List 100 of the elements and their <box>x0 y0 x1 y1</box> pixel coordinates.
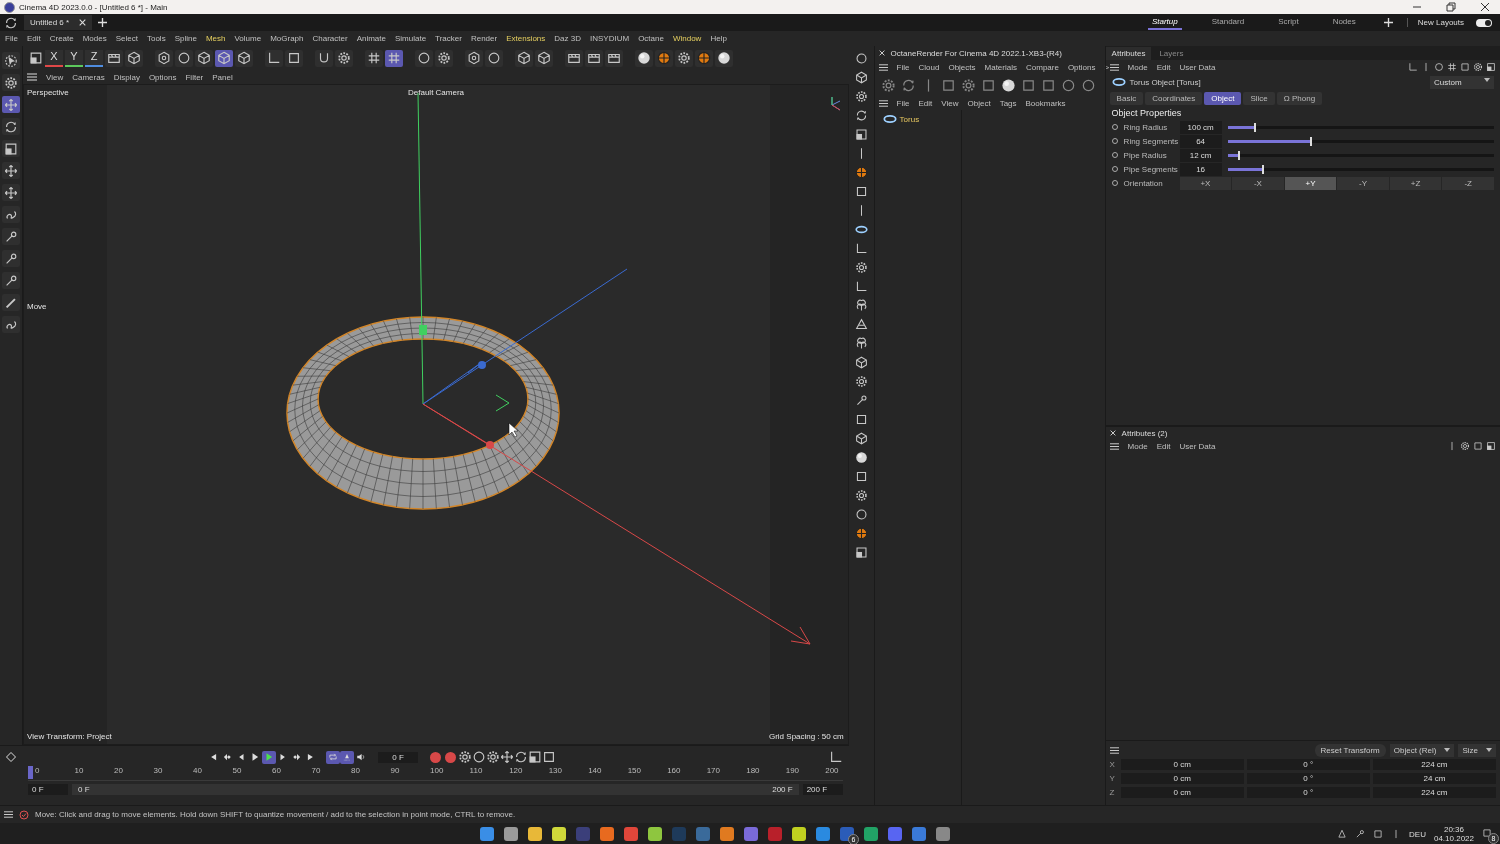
menu-item[interactable]: INSYDIUM <box>590 34 630 43</box>
menu-item[interactable]: Edit <box>1156 62 1171 72</box>
menu-icon[interactable] <box>878 98 888 108</box>
page-tab[interactable]: Slice <box>1243 91 1275 105</box>
menu-item[interactable]: View <box>46 72 64 82</box>
triangle-icon[interactable] <box>854 318 868 331</box>
axis-icon[interactable] <box>854 242 868 255</box>
tool-button[interactable] <box>2 140 20 157</box>
gear-icon[interactable] <box>880 77 896 93</box>
menu-item[interactable]: Tracker <box>435 34 462 43</box>
circle-icon[interactable] <box>1434 62 1444 72</box>
app-tile-icon[interactable] <box>624 827 638 841</box>
toolbar-button[interactable] <box>125 49 143 67</box>
plus-icon[interactable] <box>1383 18 1393 27</box>
pen-icon[interactable] <box>854 394 868 407</box>
menu-item[interactable]: Cameras <box>72 72 105 82</box>
menu-icon[interactable] <box>1109 745 1119 755</box>
toolbar-button[interactable] <box>285 49 303 67</box>
tool-button[interactable] <box>2 316 20 333</box>
scale-icon[interactable] <box>854 128 868 141</box>
app-tile-icon[interactable] <box>480 827 494 841</box>
gear-icon[interactable] <box>458 750 472 765</box>
menu-icon[interactable] <box>4 810 13 819</box>
layout-tab[interactable]: Script <box>1274 15 1303 30</box>
toggle-switch[interactable] <box>1476 18 1492 27</box>
scale-icon[interactable] <box>528 750 542 765</box>
circle-icon[interactable] <box>1060 77 1076 93</box>
tool-button[interactable] <box>2 206 20 223</box>
sphere-icon[interactable] <box>1000 77 1016 93</box>
rotate-icon[interactable] <box>900 77 916 93</box>
orientation-option[interactable]: +Y <box>1284 176 1337 190</box>
menu-item[interactable]: View <box>941 98 959 108</box>
language-indicator[interactable]: DEU <box>1409 829 1426 839</box>
toolbar-button[interactable] <box>675 49 693 67</box>
tool-button[interactable] <box>2 52 20 69</box>
menu-item[interactable]: File <box>896 98 910 108</box>
sphere-icon[interactable] <box>854 451 868 464</box>
tool-button[interactable] <box>2 228 20 245</box>
size-field[interactable]: 224 cm <box>1372 759 1496 770</box>
record-icon[interactable] <box>430 751 441 763</box>
toolbar-button[interactable] <box>715 49 733 67</box>
value-field[interactable]: 100 cm <box>1179 120 1222 134</box>
torus-drawing[interactable] <box>286 316 560 510</box>
toolbar-button[interactable] <box>105 49 123 67</box>
toolbar-button[interactable] <box>605 49 623 67</box>
menu-item[interactable]: Edit <box>1156 441 1171 451</box>
toolbar-button[interactable] <box>265 49 283 67</box>
app-tile-icon[interactable] <box>528 827 542 841</box>
axis-icon[interactable] <box>854 280 868 293</box>
toolbar-button[interactable] <box>515 49 533 67</box>
pill-icon[interactable] <box>1111 75 1126 89</box>
app-tile-icon[interactable] <box>720 827 734 841</box>
plus-icon[interactable] <box>98 18 108 27</box>
square-icon[interactable] <box>854 185 868 198</box>
menu-item[interactable]: Object <box>967 98 991 108</box>
menu-item[interactable]: Select <box>115 34 138 43</box>
cube-icon[interactable] <box>854 356 868 369</box>
tool-button[interactable] <box>2 184 20 201</box>
menu-item[interactable]: Modes <box>82 34 107 43</box>
orientation-option[interactable]: -Y <box>1337 176 1389 190</box>
tool-button[interactable] <box>2 250 20 267</box>
menu-item[interactable]: Compare <box>1026 62 1059 72</box>
layout-tab[interactable]: Startup <box>1147 15 1182 30</box>
app-tile-icon[interactable] <box>744 827 758 841</box>
axis-lock-button[interactable]: X <box>45 49 63 67</box>
menu-item[interactable]: Options <box>1067 62 1096 72</box>
menu-icon[interactable] <box>878 62 888 72</box>
menu-item[interactable]: Simulate <box>395 34 427 43</box>
pen-icon[interactable] <box>1355 829 1366 839</box>
rotation-field[interactable]: 0 ° <box>1246 773 1370 784</box>
app-tile-icon[interactable] <box>672 827 686 841</box>
menu-item[interactable]: Filter <box>185 72 204 82</box>
menu-item[interactable]: Octane <box>638 34 664 43</box>
coordinate-mode-dropdown[interactable]: Object (Rel) <box>1389 743 1455 757</box>
app-tile-icon[interactable] <box>816 827 830 841</box>
menu-item[interactable]: Volume <box>234 34 262 43</box>
panel-tab[interactable]: Attributes <box>1105 46 1152 60</box>
cone-icon[interactable] <box>1337 829 1348 839</box>
orientation-option[interactable]: +X <box>1179 176 1232 190</box>
menu-item[interactable]: Create <box>49 34 74 43</box>
tool-button[interactable] <box>2 74 20 91</box>
app-tile-icon[interactable] <box>504 827 518 841</box>
toolbar-button[interactable] <box>415 49 433 67</box>
rotate-icon[interactable] <box>4 15 18 30</box>
menu-item[interactable]: Edit <box>918 98 933 108</box>
scale-icon[interactable] <box>1486 441 1496 451</box>
menu-icon[interactable] <box>1109 441 1119 451</box>
app-tile-icon[interactable] <box>696 827 710 841</box>
playhead[interactable] <box>28 766 33 780</box>
document-tab[interactable]: Untitled 6 * <box>24 15 93 30</box>
play-icon[interactable] <box>262 750 276 764</box>
rotate-icon[interactable] <box>514 750 528 765</box>
autokey-icon[interactable] <box>340 750 354 764</box>
tool-button[interactable] <box>2 96 20 113</box>
value-field[interactable]: 16 <box>1179 162 1222 176</box>
gear-icon[interactable] <box>854 375 868 388</box>
toolbar-button[interactable] <box>485 49 503 67</box>
slider-thumb[interactable] <box>1262 164 1265 174</box>
gear-icon[interactable] <box>854 261 868 274</box>
rotate-icon[interactable] <box>854 109 868 122</box>
